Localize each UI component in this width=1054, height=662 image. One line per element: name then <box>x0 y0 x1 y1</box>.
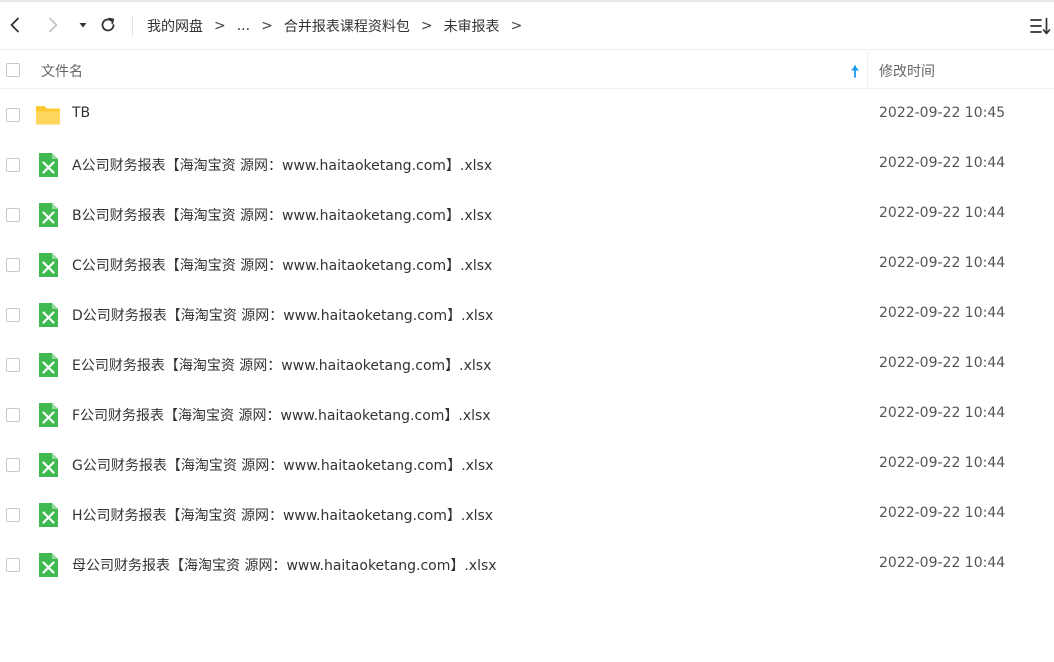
excel-file-icon <box>39 153 58 177</box>
breadcrumb-separator: > <box>510 18 523 34</box>
file-row[interactable]: 母公司财务报表【海淘宝资 源网：www.haitaoketang.com】.xl… <box>0 540 1054 590</box>
refresh-button[interactable] <box>97 14 119 36</box>
refresh-icon <box>101 17 115 32</box>
file-manager-window: 我的网盘 > ... > 合并报表课程资料包 > 未审报表 > 文件名 修改时间… <box>0 0 1054 662</box>
list-header: 文件名 修改时间 <box>0 51 1054 89</box>
file-row[interactable]: B公司财务报表【海淘宝资 源网：www.haitaoketang.com】.xl… <box>0 190 1054 240</box>
file-modified-time: 2022-09-22 10:44 <box>879 505 1006 521</box>
file-row[interactable]: E公司财务报表【海淘宝资 源网：www.haitaoketang.com】.xl… <box>0 340 1054 390</box>
select-all-checkbox[interactable] <box>6 63 20 77</box>
file-name[interactable]: F公司财务报表【海淘宝资 源网：www.haitaoketang.com】.xl… <box>72 405 491 425</box>
file-row[interactable]: C公司财务报表【海淘宝资 源网：www.haitaoketang.com】.xl… <box>0 240 1054 290</box>
column-header-modified-time[interactable]: 修改时间 <box>879 61 935 81</box>
breadcrumb-item-ellipsis[interactable]: ... <box>237 18 250 34</box>
toolbar-separator <box>132 16 133 36</box>
file-modified-time: 2022-09-22 10:44 <box>879 205 1006 221</box>
file-modified-time: 2022-09-22 10:45 <box>879 105 1006 121</box>
file-name[interactable]: H公司财务报表【海淘宝资 源网：www.haitaoketang.com】.xl… <box>72 505 493 525</box>
file-modified-time: 2022-09-22 10:44 <box>879 355 1006 371</box>
breadcrumb-separator: > <box>420 18 433 34</box>
breadcrumb: 我的网盘 > ... > 合并报表课程资料包 > 未审报表 > <box>147 14 522 38</box>
row-checkbox[interactable] <box>6 158 20 172</box>
file-modified-time: 2022-09-22 10:44 <box>879 305 1006 321</box>
chevron-right-icon <box>49 17 58 33</box>
file-modified-time: 2022-09-22 10:44 <box>879 555 1006 571</box>
file-name[interactable]: G公司财务报表【海淘宝资 源网：www.haitaoketang.com】.xl… <box>72 455 493 475</box>
column-header-name[interactable]: 文件名 <box>41 61 83 81</box>
excel-file-icon <box>39 203 58 227</box>
arrow-up-icon <box>851 65 859 78</box>
breadcrumb-item-current[interactable]: 未审报表 <box>444 16 500 36</box>
column-divider[interactable] <box>867 51 868 88</box>
file-modified-time: 2022-09-22 10:44 <box>879 155 1006 171</box>
file-row[interactable]: G公司财务报表【海淘宝资 源网：www.haitaoketang.com】.xl… <box>0 440 1054 490</box>
row-checkbox[interactable] <box>6 358 20 372</box>
row-checkbox[interactable] <box>6 108 20 122</box>
row-checkbox[interactable] <box>6 258 20 272</box>
file-name[interactable]: A公司财务报表【海淘宝资 源网：www.haitaoketang.com】.xl… <box>72 155 492 175</box>
file-row[interactable]: D公司财务报表【海淘宝资 源网：www.haitaoketang.com】.xl… <box>0 290 1054 340</box>
excel-file-icon <box>39 503 58 527</box>
file-row[interactable]: F公司财务报表【海淘宝资 源网：www.haitaoketang.com】.xl… <box>0 390 1054 440</box>
folder-icon <box>36 106 60 125</box>
caret-down-icon <box>79 23 87 28</box>
breadcrumb-item-course-pack[interactable]: 合并报表课程资料包 <box>284 16 410 36</box>
sort-ascending-button[interactable] <box>849 63 861 78</box>
excel-file-icon <box>39 403 58 427</box>
sort-view-button[interactable] <box>1030 16 1052 38</box>
row-checkbox[interactable] <box>6 458 20 472</box>
excel-file-icon <box>39 303 58 327</box>
file-row[interactable]: H公司财务报表【海淘宝资 源网：www.haitaoketang.com】.xl… <box>0 490 1054 540</box>
file-modified-time: 2022-09-22 10:44 <box>879 405 1006 421</box>
sort-list-icon <box>1030 17 1051 35</box>
row-checkbox[interactable] <box>6 208 20 222</box>
file-name[interactable]: 母公司财务报表【海淘宝资 源网：www.haitaoketang.com】.xl… <box>72 555 497 575</box>
forward-button[interactable] <box>42 14 64 36</box>
chevron-left-icon <box>10 17 19 33</box>
file-name[interactable]: C公司财务报表【海淘宝资 源网：www.haitaoketang.com】.xl… <box>72 255 492 275</box>
file-name[interactable]: D公司财务报表【海淘宝资 源网：www.haitaoketang.com】.xl… <box>72 305 493 325</box>
row-checkbox[interactable] <box>6 308 20 322</box>
row-checkbox[interactable] <box>6 558 20 572</box>
file-name[interactable]: B公司财务报表【海淘宝资 源网：www.haitaoketang.com】.xl… <box>72 205 492 225</box>
excel-file-icon <box>39 253 58 277</box>
row-checkbox[interactable] <box>6 508 20 522</box>
breadcrumb-separator: > <box>261 18 273 34</box>
breadcrumb-item-root[interactable]: 我的网盘 <box>147 16 203 36</box>
file-list: TB 2022-09-22 10:45 A公司财务报表【海淘宝资 源网：www.… <box>0 90 1054 590</box>
excel-file-icon <box>39 353 58 377</box>
breadcrumb-separator: > <box>214 18 226 34</box>
history-dropdown-button[interactable] <box>72 14 94 36</box>
file-row[interactable]: A公司财务报表【海淘宝资 源网：www.haitaoketang.com】.xl… <box>0 140 1054 190</box>
file-row-folder[interactable]: TB 2022-09-22 10:45 <box>0 90 1054 140</box>
excel-file-icon <box>39 553 58 577</box>
toolbar: 我的网盘 > ... > 合并报表课程资料包 > 未审报表 > <box>0 2 1054 50</box>
back-button[interactable] <box>4 14 26 36</box>
file-name[interactable]: TB <box>72 105 90 121</box>
row-checkbox[interactable] <box>6 408 20 422</box>
file-modified-time: 2022-09-22 10:44 <box>879 455 1006 471</box>
excel-file-icon <box>39 453 58 477</box>
file-name[interactable]: E公司财务报表【海淘宝资 源网：www.haitaoketang.com】.xl… <box>72 355 491 375</box>
file-modified-time: 2022-09-22 10:44 <box>879 255 1006 271</box>
